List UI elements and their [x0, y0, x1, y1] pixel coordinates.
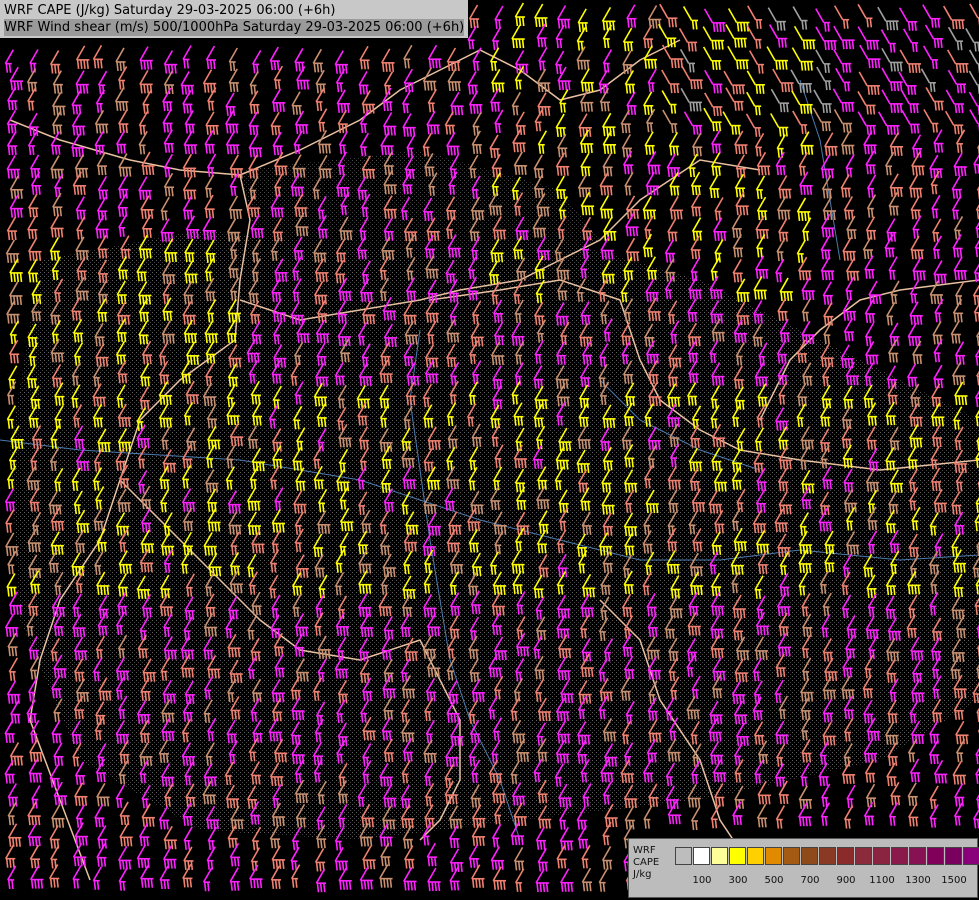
legend-swatch — [711, 847, 728, 865]
legend-swatch — [873, 847, 890, 865]
map-title-box: WRF CAPE (J/kg) Saturday 29-03-2025 06:0… — [0, 0, 469, 38]
legend-label-model: WRF — [633, 845, 656, 856]
legend-tick: 500 — [764, 875, 784, 886]
cape-legend: WRF CAPE J/kg 100 300 500 700 900 1100 1300 150… — [628, 838, 979, 898]
legend-swatch — [963, 847, 979, 865]
legend-swatch — [801, 847, 818, 865]
legend-label-unit: J/kg — [633, 869, 652, 880]
legend-swatch — [783, 847, 800, 865]
legend-swatch — [693, 847, 710, 865]
legend-tick: 700 — [800, 875, 820, 886]
legend-swatch — [891, 847, 908, 865]
legend-swatch — [837, 847, 854, 865]
legend-tick: 100 — [692, 875, 712, 886]
legend-tick: 1500 — [941, 875, 967, 886]
legend-swatch — [927, 847, 944, 865]
wind-shear-title: WRF Wind shear (m/s) 500/1000hPa Saturda… — [4, 19, 465, 36]
legend-tick: 300 — [728, 875, 748, 886]
legend-color-scale — [675, 847, 979, 865]
legend-swatch — [819, 847, 836, 865]
legend-swatch — [675, 847, 692, 865]
cape-title: WRF CAPE (J/kg) Saturday 29-03-2025 06:0… — [4, 3, 336, 18]
legend-swatch — [747, 847, 764, 865]
legend-label-field: CAPE — [633, 857, 660, 868]
legend-swatch — [729, 847, 746, 865]
legend-swatch — [909, 847, 926, 865]
wind-shear-cape-map — [0, 0, 979, 900]
legend-tick: 1300 — [905, 875, 931, 886]
legend-swatch — [855, 847, 872, 865]
legend-tick: 1100 — [869, 875, 895, 886]
legend-label: WRF CAPE J/kg — [633, 845, 659, 881]
legend-tick-labels: 100 300 500 700 900 1100 1300 1500 — [675, 875, 975, 889]
legend-tick: 900 — [836, 875, 856, 886]
legend-swatch — [945, 847, 962, 865]
legend-swatch — [765, 847, 782, 865]
